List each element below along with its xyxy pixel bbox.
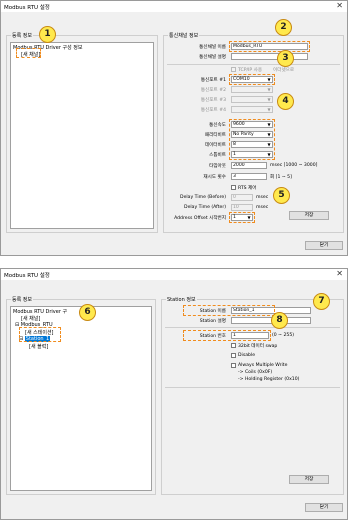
title-bar: Modbus RTU 설정 ✕ bbox=[1, 269, 347, 280]
tcp-checkbox[interactable] bbox=[231, 67, 236, 72]
channel-desc-label: 통신채널 설명 bbox=[199, 55, 226, 60]
delay-after-input[interactable]: 10 bbox=[231, 204, 253, 211]
settings-window-station: Modbus RTU 설정 ✕ 등록 정보 Modbus RTU Driver … bbox=[0, 268, 348, 520]
delay-before-label: Delay Time (Before) bbox=[180, 195, 226, 200]
close-icon[interactable]: ✕ bbox=[336, 269, 343, 278]
port2-select[interactable]: ▼ bbox=[231, 86, 273, 93]
window-title: Modbus RTU 설정 bbox=[4, 273, 50, 279]
callout-badge-2: 2 bbox=[275, 19, 292, 36]
swap-checkbox-label: 32bit 데이터 swap bbox=[238, 344, 278, 349]
rts-checkbox-label: RTS 제어 bbox=[238, 186, 257, 191]
delay-after-unit: msec bbox=[256, 205, 269, 210]
tree-root-item[interactable]: Modbus RTU Driver 구 bbox=[13, 308, 67, 315]
callout-badge-1: 1 bbox=[39, 26, 56, 43]
divider bbox=[165, 327, 340, 328]
window-title: Modbus RTU 설정 bbox=[4, 5, 50, 11]
parity-label: 패리티비트 bbox=[204, 133, 226, 138]
delay-before-unit: msec bbox=[256, 195, 269, 200]
tree-new-block-item[interactable]: [새 블럭] bbox=[29, 343, 48, 350]
callout-badge-5: 5 bbox=[273, 187, 290, 204]
callout-badge-3: 3 bbox=[277, 50, 294, 67]
highlight-serial-params bbox=[229, 119, 275, 160]
highlight-tree-channel bbox=[16, 48, 41, 58]
delay-before-input[interactable]: 0 bbox=[231, 194, 253, 201]
delay-after-label: Delay Time (After) bbox=[184, 205, 226, 210]
timeout-hint: msec [1000 ~ 3000] bbox=[270, 163, 318, 168]
title-bar: Modbus RTU 설정 ✕ bbox=[1, 1, 347, 12]
tree-new-channel-item[interactable]: [새 채널] bbox=[21, 315, 40, 322]
address-offset-label: Address Offset 시작번지 bbox=[174, 216, 226, 221]
channel-info-group-label: 통신채널 정보 bbox=[168, 32, 200, 39]
highlight-port1 bbox=[229, 74, 275, 85]
tcp-checkbox-label: TCP/IP 사용 bbox=[238, 68, 263, 73]
port3-select[interactable]: ▼ bbox=[231, 96, 273, 103]
save-button[interactable]: 저장 bbox=[289, 475, 329, 484]
disable-checkbox[interactable] bbox=[231, 353, 236, 358]
port2-label: 통신포트 #2 bbox=[200, 88, 226, 93]
station-info-group-label: Station 정보 bbox=[166, 296, 197, 303]
highlight-channel-name bbox=[229, 41, 310, 52]
callout-badge-4: 4 bbox=[277, 93, 294, 110]
save-button[interactable]: 저장 bbox=[289, 211, 329, 220]
callout-badge-7: 7 bbox=[313, 293, 330, 310]
close-button[interactable]: 닫기 bbox=[305, 241, 343, 250]
swap-checkbox[interactable] bbox=[231, 343, 236, 348]
station-desc-label: Station 설명 bbox=[199, 319, 226, 324]
chevron-down-icon: ▼ bbox=[267, 87, 271, 92]
timeout-label: 타임아웃 bbox=[209, 164, 226, 169]
retry-label: 재시도 횟수 bbox=[203, 175, 226, 180]
baud-label: 통신속도 bbox=[209, 123, 226, 128]
highlight-tree-station bbox=[19, 327, 61, 342]
config-tree[interactable]: Modbus RTU Driver 구성 정보 [새 채널] bbox=[10, 42, 154, 229]
disable-checkbox-label: Disable bbox=[238, 353, 256, 358]
always-multiple-write-checkbox[interactable] bbox=[231, 363, 236, 368]
highlight-station-no bbox=[183, 330, 271, 341]
retry-hint: 회 [1 ~ 5] bbox=[270, 175, 292, 180]
data-bits-label: 데이터비트 bbox=[204, 143, 226, 148]
highlight-station-name bbox=[183, 305, 275, 316]
port4-select[interactable]: ▼ bbox=[231, 106, 273, 113]
divider bbox=[165, 387, 340, 388]
station-info-group: Station 정보 bbox=[161, 296, 344, 495]
registration-group: 등록 정보 Modbus RTU Driver 구성 정보 [새 채널] bbox=[6, 32, 158, 233]
station-no-hint: (0 ~ 255) bbox=[272, 333, 295, 338]
chevron-down-icon: ▼ bbox=[267, 107, 271, 112]
retry-input[interactable]: 3 bbox=[231, 173, 267, 180]
close-button[interactable]: 닫기 bbox=[305, 503, 343, 512]
chevron-down-icon: ▼ bbox=[267, 97, 271, 102]
timeout-input[interactable]: 2000 bbox=[231, 162, 267, 169]
channel-name-label: 통신채널 이름 bbox=[199, 45, 226, 50]
ethernet-label: 이더넷으로 bbox=[273, 68, 295, 73]
port1-label: 통신포트 #1 bbox=[200, 78, 226, 83]
always-multiple-write-label: Always Multiple Write bbox=[238, 363, 288, 368]
holding-register-note: -> Holding Register (0x10) bbox=[238, 377, 300, 382]
registration-group-label: 등록 정보 bbox=[11, 32, 33, 39]
coils-note: -> Coils (0x0F) bbox=[238, 370, 273, 375]
callout-badge-8: 8 bbox=[271, 312, 288, 329]
callout-badge-6: 6 bbox=[79, 304, 96, 321]
rts-checkbox[interactable] bbox=[231, 185, 236, 190]
stop-bits-label: 스톱비트 bbox=[209, 153, 226, 158]
highlight-address-offset bbox=[229, 212, 255, 223]
divider bbox=[167, 64, 340, 65]
registration-group-label: 등록 정보 bbox=[11, 296, 33, 303]
port3-label: 통신포트 #3 bbox=[200, 98, 226, 103]
settings-window-channel: Modbus RTU 설정 ✕ 등록 정보 Modbus RTU Driver … bbox=[0, 0, 348, 256]
port4-label: 통신포트 #4 bbox=[200, 108, 226, 113]
close-icon[interactable]: ✕ bbox=[336, 1, 343, 10]
channel-desc-input[interactable] bbox=[231, 53, 308, 60]
